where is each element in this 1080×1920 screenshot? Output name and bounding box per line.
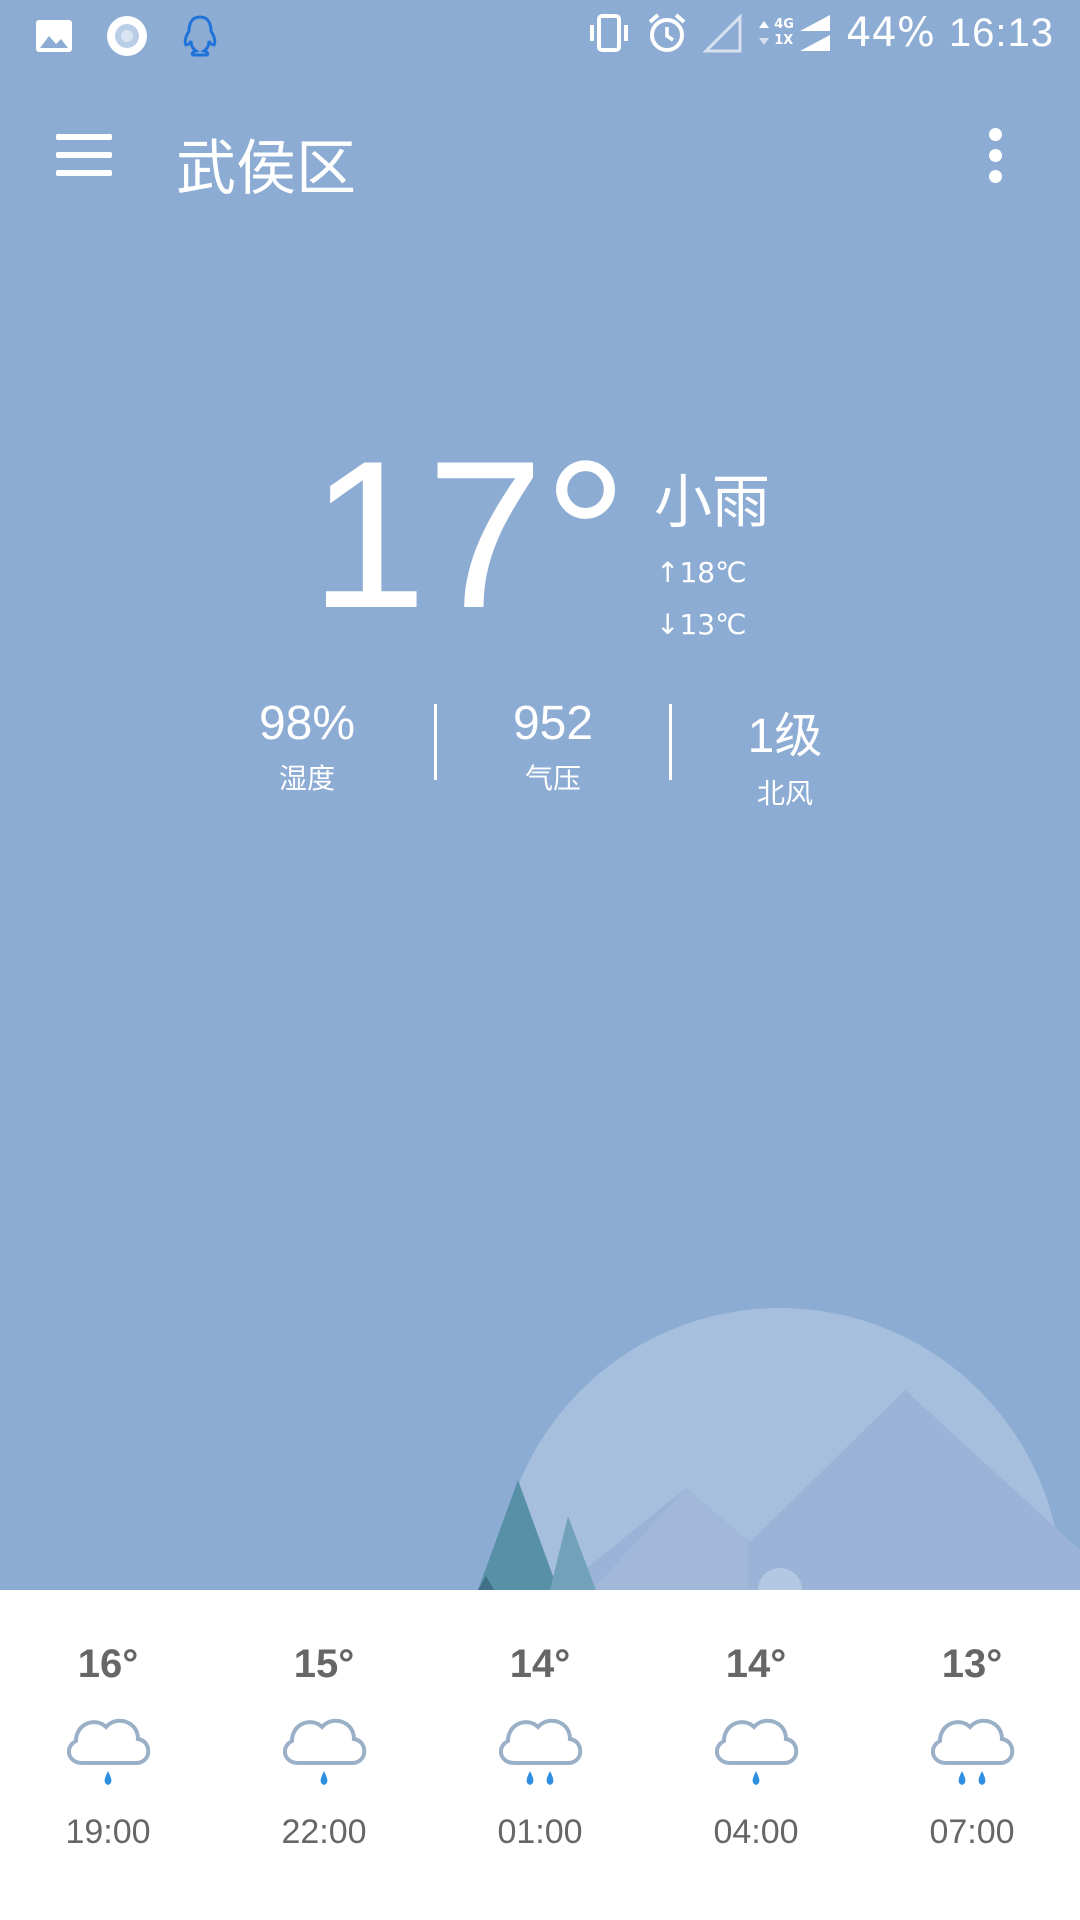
wind-metric: 1级 北风 bbox=[670, 696, 900, 812]
alarm-icon bbox=[648, 13, 686, 52]
more-options-button[interactable] bbox=[980, 128, 1010, 188]
forecast-time: 01:00 bbox=[497, 1813, 583, 1851]
network-indicator: 4G 1X bbox=[758, 13, 832, 53]
forecast-item: 14° 01:00 bbox=[432, 1590, 648, 1920]
forecast-time: 07:00 bbox=[929, 1813, 1015, 1851]
vibrate-icon bbox=[590, 14, 629, 52]
forecast-item: 13° 07:00 bbox=[864, 1590, 1080, 1920]
cloud-light-rain-icon bbox=[282, 1718, 367, 1785]
forecast-time: 19:00 bbox=[65, 1813, 151, 1851]
humidity-metric: 98% 湿度 bbox=[192, 696, 422, 797]
wind-value: 1级 bbox=[747, 710, 823, 763]
pressure-label: 气压 bbox=[524, 762, 581, 795]
signal-full-icon bbox=[799, 15, 830, 51]
forecast-item: 16° 19:00 bbox=[0, 1590, 216, 1920]
menu-button[interactable] bbox=[56, 134, 112, 178]
low-temperature: ↓13℃ bbox=[656, 608, 747, 641]
forecast-temperature: 16° bbox=[77, 1642, 139, 1686]
high-temperature: ↑18℃ bbox=[656, 556, 747, 589]
network-type-top: 4G bbox=[774, 17, 794, 32]
forecast-time: 22:00 bbox=[281, 1813, 367, 1851]
cloud-light-rain-icon bbox=[66, 1718, 151, 1785]
pressure-value: 952 bbox=[512, 697, 594, 750]
clock: 16:13 bbox=[948, 10, 1054, 55]
forecast-item: 14° 04:00 bbox=[648, 1590, 864, 1920]
status-bar: 4G 1X 44% 16:13 bbox=[0, 0, 1080, 75]
forecast-item: 15° 22:00 bbox=[216, 1590, 432, 1920]
weather-condition: 小雨 bbox=[654, 468, 771, 536]
scenery-illustration bbox=[0, 1290, 1080, 1590]
data-arrows-icon bbox=[759, 21, 770, 45]
camera-lens-icon bbox=[107, 16, 147, 56]
page-title: 武侯区 bbox=[176, 135, 356, 202]
pressure-metric: 952 气压 bbox=[438, 696, 668, 797]
hourly-forecast: 16° 19:00 15° 22:00 14° 01:00 14° 04:00 … bbox=[0, 1590, 1080, 1920]
qq-icon bbox=[183, 15, 217, 57]
signal-empty-icon bbox=[702, 13, 742, 53]
cloud-light-rain-icon bbox=[714, 1718, 799, 1785]
system-icons: 4G 1X 44% 16:13 bbox=[586, 10, 1054, 56]
wind-label: 北风 bbox=[756, 777, 813, 810]
app-bar: 武侯区 bbox=[0, 92, 1080, 222]
gallery-icon bbox=[36, 20, 72, 52]
notification-icons bbox=[34, 14, 220, 58]
more-vert-icon bbox=[988, 128, 1002, 141]
cloud-rain-icon bbox=[930, 1718, 1015, 1785]
menu-icon bbox=[56, 134, 112, 140]
humidity-label: 湿度 bbox=[278, 762, 335, 795]
mountain-scene-icon bbox=[478, 1308, 1080, 1590]
cloud-rain-icon bbox=[498, 1718, 583, 1785]
forecast-time: 04:00 bbox=[713, 1813, 799, 1851]
current-temperature: 17° bbox=[310, 417, 628, 652]
forecast-temperature: 14° bbox=[509, 1642, 571, 1686]
forecast-temperature: 14° bbox=[725, 1642, 787, 1686]
battery-percent: 44% bbox=[845, 10, 935, 56]
forecast-temperature: 13° bbox=[941, 1642, 1003, 1686]
humidity-value: 98% bbox=[258, 697, 356, 750]
forecast-temperature: 15° bbox=[293, 1642, 355, 1686]
network-type-bottom: 1X bbox=[774, 33, 794, 48]
metric-divider bbox=[434, 704, 437, 780]
